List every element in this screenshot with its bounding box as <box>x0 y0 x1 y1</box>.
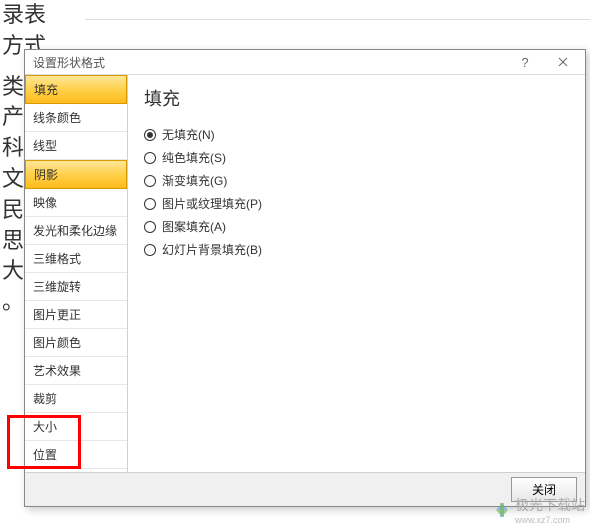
sidebar-item-11[interactable]: 裁剪 <box>25 385 127 413</box>
radio-icon <box>144 244 156 256</box>
dialog-title-bar: 设置形状格式 ? <box>25 50 585 74</box>
sidebar-item-10[interactable]: 艺术效果 <box>25 357 127 385</box>
sidebar-item-8[interactable]: 图片更正 <box>25 301 127 329</box>
sidebar-item-4[interactable]: 映像 <box>25 189 127 217</box>
fill-option-5[interactable]: 幻灯片背景填充(B) <box>144 238 569 261</box>
dialog-body: 填充线条颜色线型阴影映像发光和柔化边缘三维格式三维旋转图片更正图片颜色艺术效果裁… <box>25 74 585 472</box>
fill-option-0[interactable]: 无填充(N) <box>144 123 569 146</box>
radio-label: 图片或纹理填充(P) <box>162 195 262 212</box>
document-ruler <box>85 0 590 20</box>
format-shape-dialog: 设置形状格式 ? 填充线条颜色线型阴影映像发光和柔化边缘三维格式三维旋转图片更正… <box>24 49 586 507</box>
fill-option-2[interactable]: 渐变填充(G) <box>144 169 569 192</box>
watermark-text: 极光下载站 <box>515 495 585 515</box>
fill-options: 无填充(N) 纯色填充(S) 渐变填充(G) 图片或纹理填充(P) 图案填充(A) 幻灯片… <box>144 123 569 261</box>
sidebar-item-12[interactable]: 大小 <box>25 413 127 441</box>
sidebar-item-6[interactable]: 三维格式 <box>25 245 127 273</box>
sidebar-item-1[interactable]: 线条颜色 <box>25 104 127 132</box>
category-sidebar: 填充线条颜色线型阴影映像发光和柔化边缘三维格式三维旋转图片更正图片颜色艺术效果裁… <box>25 75 128 472</box>
fill-option-3[interactable]: 图片或纹理填充(P) <box>144 192 569 215</box>
sidebar-item-0[interactable]: 填充 <box>25 75 127 104</box>
sidebar-item-7[interactable]: 三维旋转 <box>25 273 127 301</box>
radio-icon <box>144 221 156 233</box>
sidebar-item-3[interactable]: 阴影 <box>25 160 127 189</box>
fill-panel: 填充 无填充(N) 纯色填充(S) 渐变填充(G) 图片或纹理填充(P) 图案填充(A)… <box>128 75 585 472</box>
radio-label: 图案填充(A) <box>162 218 226 235</box>
sidebar-item-13[interactable]: 位置 <box>25 441 127 469</box>
dialog-title: 设置形状格式 <box>29 54 515 71</box>
close-icon[interactable] <box>553 53 573 71</box>
radio-label: 无填充(N) <box>162 126 215 143</box>
sidebar-item-9[interactable]: 图片颜色 <box>25 329 127 357</box>
fill-option-4[interactable]: 图案填充(A) <box>144 215 569 238</box>
watermark: 极光下载站 www.xz7.com <box>493 495 585 525</box>
radio-icon <box>144 129 156 141</box>
radio-label: 渐变填充(G) <box>162 172 227 189</box>
watermark-logo-icon <box>493 501 511 519</box>
watermark-url: www.xz7.com <box>515 515 585 525</box>
radio-icon <box>144 198 156 210</box>
panel-heading: 填充 <box>144 85 569 111</box>
radio-icon <box>144 152 156 164</box>
sidebar-item-5[interactable]: 发光和柔化边缘 <box>25 217 127 245</box>
radio-icon <box>144 175 156 187</box>
radio-label: 纯色填充(S) <box>162 149 226 166</box>
fill-option-1[interactable]: 纯色填充(S) <box>144 146 569 169</box>
radio-label: 幻灯片背景填充(B) <box>162 241 262 258</box>
sidebar-item-2[interactable]: 线型 <box>25 132 127 160</box>
help-button[interactable]: ? <box>515 53 535 71</box>
